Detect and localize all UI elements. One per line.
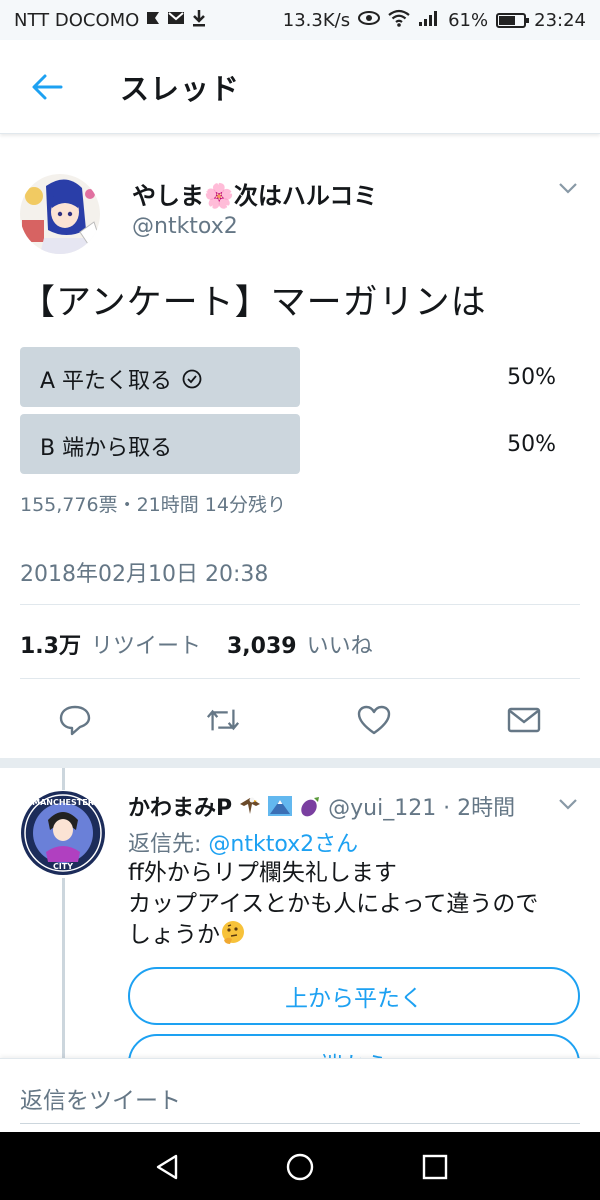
check-circle-icon bbox=[182, 369, 202, 389]
poll-option-percent: 50% bbox=[507, 432, 556, 457]
mail-icon bbox=[167, 10, 185, 30]
poll-option-label: B 端から取る bbox=[40, 436, 173, 461]
carrier-label: NTT DOCOMO bbox=[14, 9, 140, 31]
avatar-badge-text-bottom: CITY bbox=[53, 862, 73, 871]
arrow-left-icon bbox=[32, 74, 63, 99]
heart-icon bbox=[357, 705, 391, 735]
like-button[interactable] bbox=[356, 702, 392, 738]
system-navigation-bar bbox=[0, 1132, 600, 1200]
signal-icon bbox=[418, 9, 440, 31]
author-handle[interactable]: @ntktox2 bbox=[132, 214, 238, 239]
notification-flag-icon bbox=[145, 10, 161, 30]
retweet-label[interactable]: リツイート bbox=[91, 628, 201, 660]
top-app-bar: スレッド bbox=[0, 40, 600, 134]
circle-home-icon bbox=[286, 1153, 314, 1181]
back-button[interactable] bbox=[22, 62, 72, 112]
nav-back-button[interactable] bbox=[152, 1152, 182, 1182]
battery-percent: 61% bbox=[448, 9, 489, 31]
thinking-face-emoji-icon bbox=[222, 921, 244, 944]
tweet-options-button[interactable] bbox=[558, 180, 578, 199]
reply-icon bbox=[59, 705, 91, 736]
nav-home-button[interactable] bbox=[285, 1152, 315, 1182]
eggplant-emoji-icon bbox=[301, 797, 320, 817]
compose-underline bbox=[20, 1123, 580, 1124]
reply-button[interactable] bbox=[57, 702, 93, 738]
eagle-emoji-icon bbox=[240, 797, 261, 814]
reply-text: ff外からリプ欄失礼します カップアイスとかも人によって違うので しょうか bbox=[128, 858, 583, 951]
like-count[interactable]: 3,039 bbox=[227, 634, 297, 659]
wifi-icon bbox=[388, 9, 410, 31]
triangle-back-icon bbox=[156, 1154, 178, 1180]
battery-icon bbox=[496, 12, 530, 28]
reply-options-button[interactable] bbox=[558, 796, 578, 815]
avatar-badge-text-top: MANCHESTER bbox=[32, 798, 94, 807]
reply-text-line: カップアイスとかも人によって違うので bbox=[128, 891, 539, 917]
status-bar: NTT DOCOMO 13.3K/s 61% 23:24 bbox=[0, 0, 600, 40]
poll: A 平たく取る 50% B 端から取る 50% bbox=[20, 347, 580, 481]
page-title: スレッド bbox=[120, 71, 241, 106]
retweet-button[interactable] bbox=[205, 702, 241, 738]
divider bbox=[20, 604, 580, 605]
chevron-down-icon bbox=[559, 183, 577, 194]
clock: 23:24 bbox=[534, 9, 586, 31]
nav-recents-button[interactable] bbox=[420, 1152, 450, 1182]
poll-option-label: A 平たく取る bbox=[40, 369, 173, 394]
engagement-stats: 1.3万 リツイート 3,039 いいね bbox=[20, 628, 389, 660]
reply-poll-option[interactable]: 端から bbox=[128, 1034, 580, 1058]
reply-to-prefix: 返信先: bbox=[128, 832, 209, 857]
reply-compose-bar[interactable]: 返信をツイート bbox=[0, 1058, 600, 1132]
share-dm-button[interactable] bbox=[506, 702, 542, 738]
poll-option: A 平たく取る 50% bbox=[20, 347, 580, 407]
thread-line bbox=[62, 878, 65, 1058]
eye-icon bbox=[358, 10, 381, 30]
poll-meta: 155,776票・21時間 14分残り bbox=[20, 494, 286, 516]
poll-option-percent: 50% bbox=[507, 365, 556, 390]
section-separator bbox=[0, 758, 600, 768]
reply-compose-input[interactable]: 返信をツイート bbox=[20, 1081, 181, 1115]
divider bbox=[20, 678, 580, 679]
author-name[interactable]: やしま🌸次はハルコミ bbox=[132, 176, 377, 211]
like-label[interactable]: いいね bbox=[307, 628, 373, 660]
envelope-icon bbox=[507, 707, 541, 733]
chevron-down-icon bbox=[559, 799, 577, 810]
reply-text-line: ff外からリプ欄失礼します bbox=[128, 860, 397, 886]
reply-author-name[interactable]: かわまみP bbox=[128, 790, 232, 822]
network-speed: 13.3K/s bbox=[282, 9, 351, 31]
reply-to-mention[interactable]: @ntktox2さん bbox=[208, 832, 358, 857]
tweet-timestamp: 2018年02月10日 20:38 bbox=[20, 562, 269, 587]
square-recents-icon bbox=[422, 1154, 448, 1180]
retweet-count[interactable]: 1.3万 bbox=[20, 628, 81, 660]
reply-avatar[interactable]: MANCHESTER CITY bbox=[20, 790, 106, 876]
tweet-text: 【アンケート】マーガリンは bbox=[20, 283, 487, 323]
reply-to-line: 返信先: @ntktox2さん bbox=[128, 826, 358, 858]
reply-text-line: しょうか bbox=[128, 922, 220, 948]
download-icon bbox=[191, 9, 207, 31]
mountain-emoji-icon bbox=[268, 796, 293, 816]
reply-poll-option-label: 端から bbox=[320, 1046, 389, 1058]
reply-handle-time[interactable]: @yui_121 · 2時間 bbox=[328, 790, 515, 822]
thread-line bbox=[62, 768, 65, 790]
avatar[interactable] bbox=[20, 174, 100, 254]
tweet-actions bbox=[0, 686, 600, 756]
reply-header: かわまみP @yui_121 · 2時間 bbox=[128, 790, 515, 822]
reply-tweet[interactable]: MANCHESTER CITY かわまみP @yui_121 · 2時間 返信先… bbox=[0, 768, 600, 1058]
reply-poll-option-label: 上から平たく bbox=[285, 986, 423, 1012]
reply-poll-option[interactable]: 上から平たく bbox=[128, 967, 580, 1025]
tweet-author-row: やしま🌸次はハルコミ @ntktox2 bbox=[20, 174, 580, 254]
poll-option: B 端から取る 50% bbox=[20, 414, 580, 474]
retweet-icon bbox=[206, 709, 240, 731]
